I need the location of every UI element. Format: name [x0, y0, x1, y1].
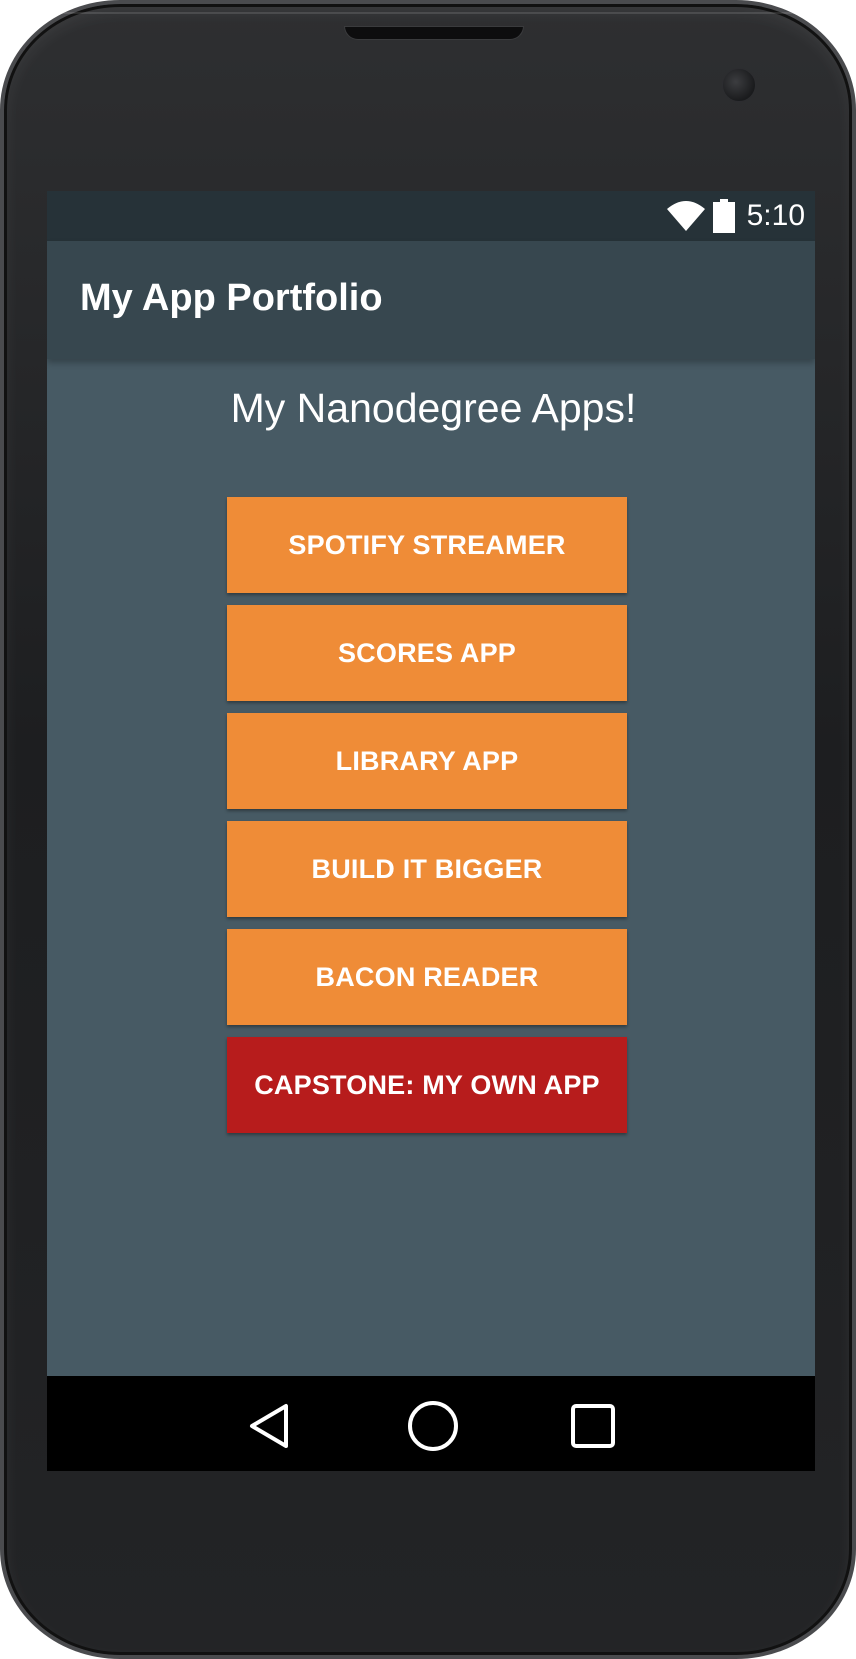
page-heading: My Nanodegree Apps! [230, 385, 637, 431]
build-it-bigger-button[interactable]: BUILD IT BIGGER [227, 821, 627, 917]
app-bar: My App Portfolio [47, 241, 815, 359]
screen: 5:10 My App Portfolio My Nanodegree Apps… [47, 191, 815, 1471]
library-app-button[interactable]: LIBRARY APP [227, 713, 627, 809]
recents-icon[interactable] [565, 1398, 621, 1454]
back-icon[interactable] [244, 1398, 300, 1454]
app-button-list: SPOTIFY STREAMER SCORES APP LIBRARY APP … [227, 497, 627, 1145]
battery-icon [712, 199, 735, 233]
app-title: My App Portfolio [80, 277, 383, 319]
spotify-streamer-button[interactable]: SPOTIFY STREAMER [227, 497, 627, 593]
capstone-button[interactable]: CAPSTONE: MY OWN APP [227, 1037, 627, 1133]
home-icon[interactable] [405, 1398, 461, 1454]
phone-frame: 5:10 My App Portfolio My Nanodegree Apps… [0, 0, 856, 1659]
bacon-reader-button[interactable]: BACON READER [227, 929, 627, 1025]
navigation-bar [47, 1376, 815, 1471]
wifi-icon [666, 201, 705, 231]
status-icons: 5:10 [666, 197, 805, 235]
status-time: 5:10 [746, 199, 805, 232]
scores-app-button[interactable]: SCORES APP [227, 605, 627, 701]
speaker-grille [344, 26, 524, 40]
status-bar: 5:10 [47, 191, 815, 241]
front-camera [722, 68, 756, 102]
main-content: My Nanodegree Apps! SPOTIFY STREAMER SCO… [47, 359, 815, 1361]
